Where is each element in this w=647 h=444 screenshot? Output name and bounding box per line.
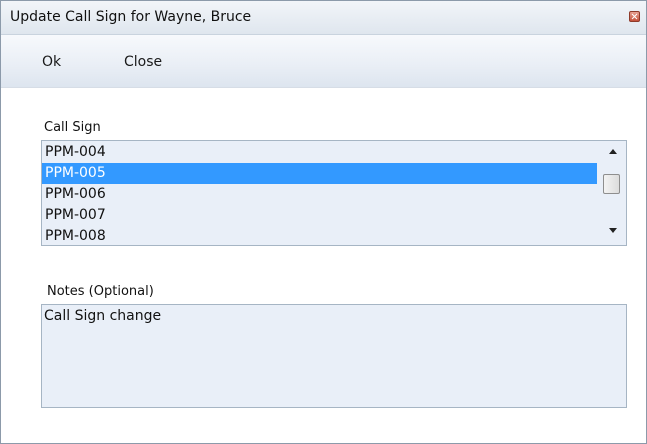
list-item[interactable]: PPM-004 bbox=[42, 142, 597, 163]
list-item[interactable]: PPM-006 bbox=[42, 184, 597, 205]
window-title: Update Call Sign for Wayne, Bruce bbox=[10, 9, 252, 25]
notes-label: Notes (Optional) bbox=[47, 284, 154, 299]
toolbar: Ok Close bbox=[1, 35, 646, 88]
scroll-up-arrow-icon[interactable] bbox=[609, 149, 617, 154]
close-button[interactable]: Close bbox=[124, 54, 162, 70]
title-bar: Update Call Sign for Wayne, Bruce bbox=[1, 1, 646, 35]
list-item[interactable]: PPM-008 bbox=[42, 226, 597, 245]
scroll-down-arrow-icon[interactable] bbox=[609, 228, 617, 233]
call-sign-listbox[interactable]: PPM-004 PPM-005 PPM-006 PPM-007 PPM-008 bbox=[41, 140, 627, 246]
list-item[interactable]: PPM-007 bbox=[42, 205, 597, 226]
notes-textarea[interactable]: Call Sign change bbox=[41, 304, 627, 408]
call-sign-label: Call Sign bbox=[44, 120, 101, 135]
scroll-thumb[interactable] bbox=[603, 174, 620, 194]
dialog-content: Call Sign PPM-004 PPM-005 PPM-006 PPM-00… bbox=[1, 88, 646, 443]
update-call-sign-dialog: Update Call Sign for Wayne, Bruce Ok Clo… bbox=[0, 0, 647, 444]
ok-button[interactable]: Ok bbox=[42, 54, 61, 70]
list-item-selected[interactable]: PPM-005 bbox=[42, 163, 597, 184]
vertical-scrollbar[interactable] bbox=[598, 141, 626, 245]
call-sign-list: PPM-004 PPM-005 PPM-006 PPM-007 PPM-008 bbox=[42, 142, 597, 245]
close-window-icon[interactable] bbox=[629, 11, 640, 22]
